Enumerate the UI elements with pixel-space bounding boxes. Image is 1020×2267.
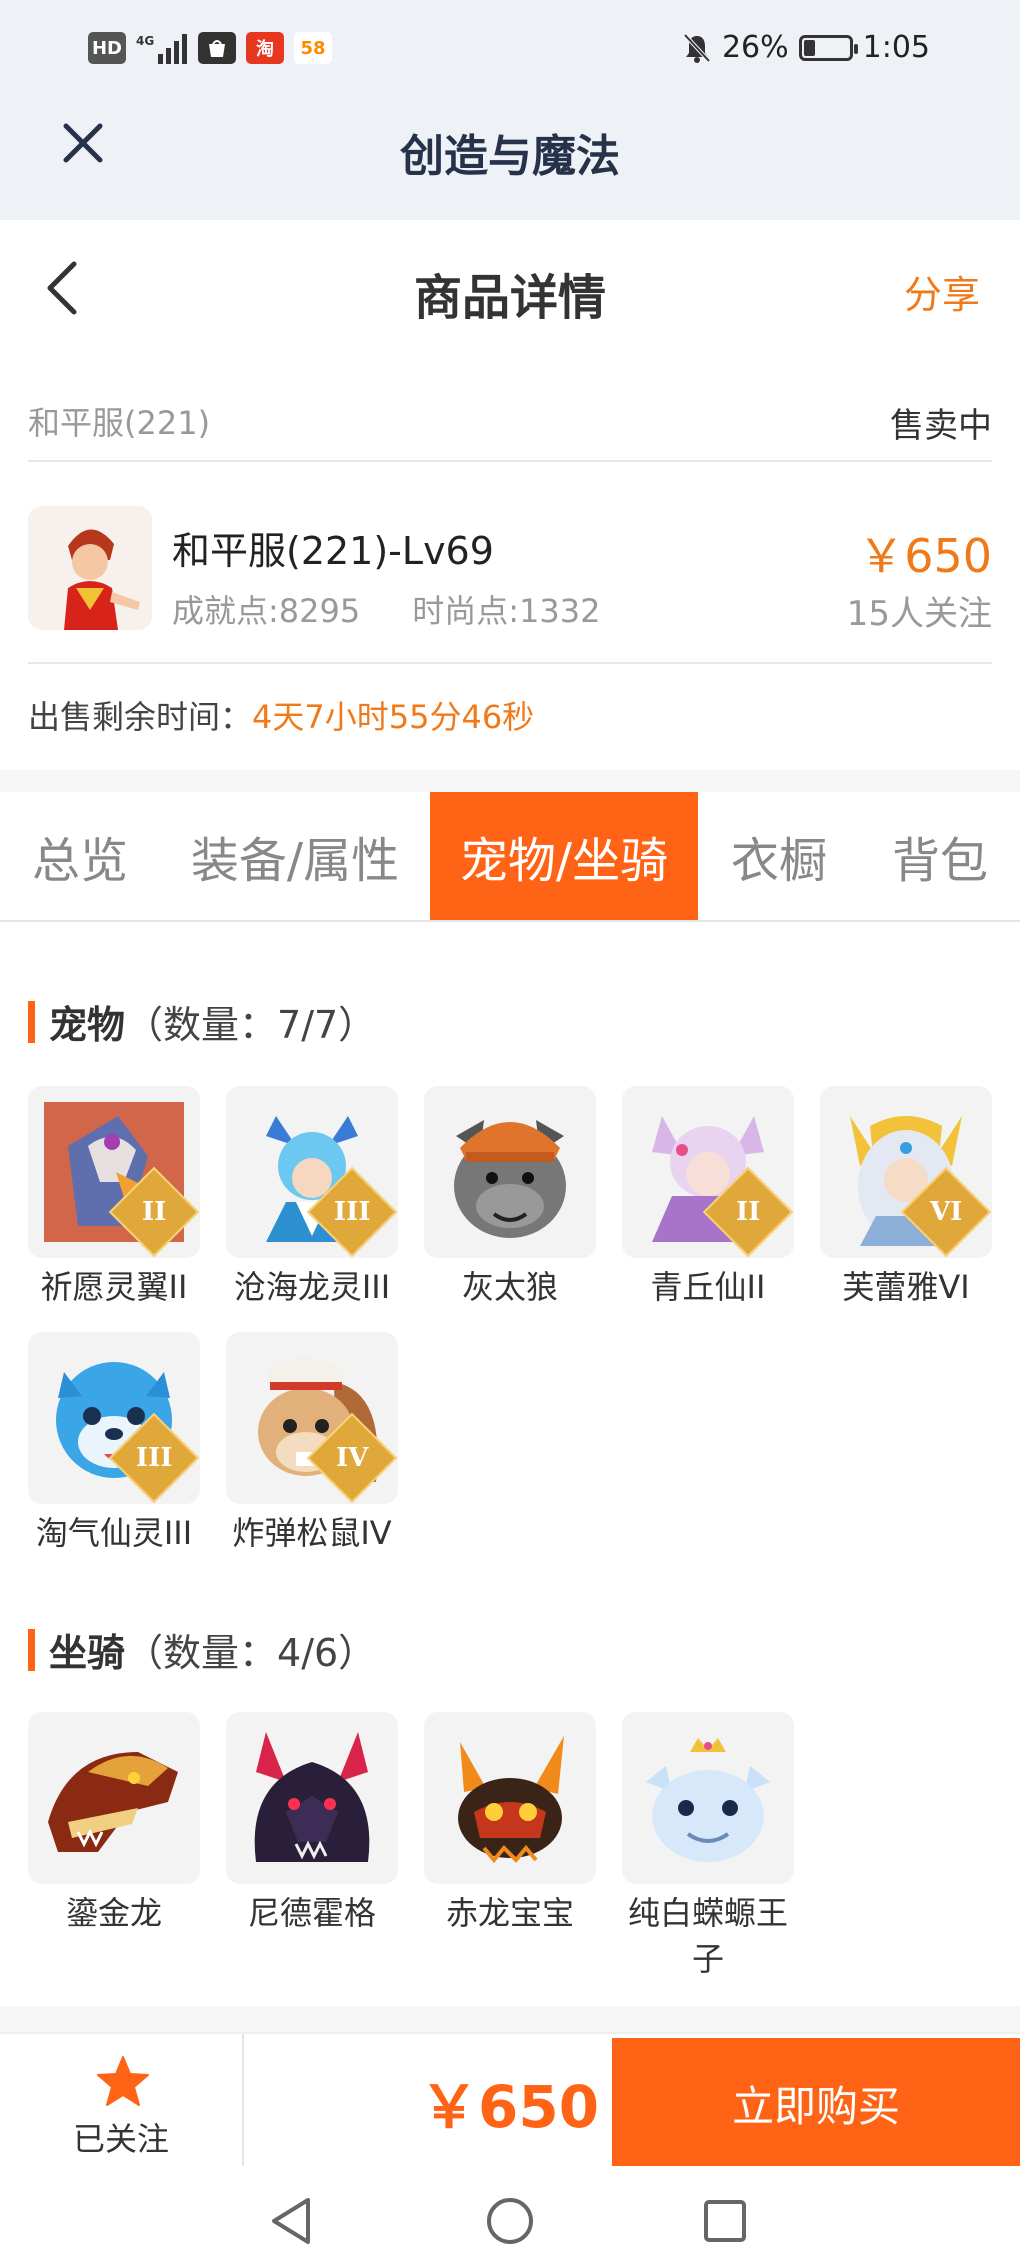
- pet-name: 炸弹松鼠IV: [232, 1514, 392, 1552]
- achievement-points: 成就点:8295: [172, 592, 361, 630]
- pet-item[interactable]: VI 芙蕾雅VI: [818, 1086, 994, 1310]
- recent-apps-icon[interactable]: [702, 2198, 748, 2244]
- tab-backpack[interactable]: 背包: [860, 792, 1020, 920]
- pet-name: 祈愿灵翼II: [40, 1268, 188, 1306]
- pet-item[interactable]: 灰太狼: [422, 1086, 598, 1310]
- pet-item[interactable]: IV 炸弹松鼠IV: [224, 1332, 400, 1556]
- tab-overview[interactable]: 总览: [0, 792, 160, 920]
- back-triangle-icon[interactable]: [268, 2196, 314, 2246]
- app-bar: 创造与魔法: [0, 100, 1020, 220]
- mount-name: 纯白蝾螈王子: [627, 1894, 788, 1978]
- follow-label: 已关注: [72, 2120, 169, 2158]
- status-bar: HD 4G 淘 58 26% 1:05: [0, 0, 1020, 100]
- follower-count: 15人关注: [846, 594, 992, 634]
- mounts-section-title: 坐骑 （数量：4/6）: [28, 1622, 376, 1677]
- pet-name: 沧海龙灵III: [233, 1268, 391, 1306]
- hd-icon: HD: [88, 32, 126, 64]
- pet-item[interactable]: III 沧海龙灵III: [224, 1086, 400, 1310]
- character-stats: 成就点:8295 时尚点:1332: [172, 586, 600, 632]
- character-avatar: [28, 506, 152, 630]
- sale-status: 售卖中: [890, 406, 992, 446]
- pet-thumbnail: II: [622, 1086, 794, 1258]
- taobao-app-icon: 淘: [246, 32, 284, 64]
- mount-item[interactable]: 鎏金龙: [26, 1712, 202, 1936]
- section-accent-bar: [28, 1000, 35, 1043]
- battery-icon: [798, 34, 858, 61]
- mount-item[interactable]: 尼德霍格: [224, 1712, 400, 1936]
- pet-name: 灰太狼: [461, 1268, 558, 1306]
- mount-thumbnail: [28, 1712, 200, 1884]
- fashion-points: 时尚点:1332: [412, 592, 601, 630]
- mount-name: 鎏金龙: [65, 1894, 162, 1932]
- 4g-signal-icon: 4G: [136, 34, 187, 64]
- pet-item[interactable]: III 淘气仙灵III: [26, 1332, 202, 1556]
- mute-bell-icon: [683, 33, 711, 63]
- pet-thumbnail: III: [28, 1332, 200, 1504]
- nav-bar: 商品详情 分享: [0, 220, 1020, 350]
- bag-app-icon: [198, 32, 236, 64]
- pet-name: 芙蕾雅VI: [842, 1268, 970, 1306]
- clock: 1:05: [862, 30, 930, 65]
- pet-name: 淘气仙灵III: [35, 1514, 193, 1552]
- character-name: 和平服(221)-Lv69: [172, 529, 494, 573]
- mount-item[interactable]: 纯白蝾螈王子: [620, 1712, 796, 1982]
- page-title: 商品详情: [413, 270, 606, 326]
- pet-thumbnail: II: [28, 1086, 200, 1258]
- buy-now-button[interactable]: 立即购买: [612, 2038, 1020, 2168]
- system-nav-bar: [0, 2166, 1020, 2267]
- bottom-action-bar: 已关注 ￥650 立即购买: [0, 2032, 1020, 2168]
- section-divider: [0, 2006, 1020, 2032]
- pet-thumbnail: [424, 1086, 596, 1258]
- countdown-label: 出售剩余时间：: [28, 698, 253, 736]
- server-row: 和平服(221) 售卖中: [28, 380, 992, 462]
- product-summary: 和平服(221)-Lv69 成就点:8295 时尚点:1332 ￥650 15人关…: [28, 480, 992, 664]
- countdown-value: 4天7小时55分46秒: [252, 698, 535, 736]
- server-name: 和平服(221): [28, 404, 211, 442]
- pet-thumbnail: VI: [820, 1086, 992, 1258]
- mount-name: 尼德霍格: [247, 1894, 376, 1932]
- section-divider: [0, 770, 1020, 792]
- 58-app-icon: 58: [294, 32, 332, 64]
- status-right: 26% 1:05: [682, 30, 930, 65]
- home-circle-icon[interactable]: [485, 2196, 535, 2246]
- tab-bar: 总览 装备/属性 宠物/坐骑 衣橱 背包: [0, 792, 1020, 922]
- pets-section-title: 宠物 （数量：7/7）: [28, 994, 376, 1049]
- mount-name: 赤龙宝宝: [445, 1894, 574, 1932]
- tab-equipment-attributes[interactable]: 装备/属性: [160, 792, 430, 920]
- mount-thumbnail: [226, 1712, 398, 1884]
- svg-text:4G: 4G: [136, 34, 154, 48]
- follow-button[interactable]: 已关注: [0, 2034, 244, 2168]
- pet-item[interactable]: II 青丘仙II: [620, 1086, 796, 1310]
- price: ￥650: [858, 529, 992, 583]
- pet-thumbnail: III: [226, 1086, 398, 1258]
- sale-countdown: 出售剩余时间：4天7小时55分46秒: [28, 692, 534, 738]
- section-accent-bar: [28, 1628, 35, 1671]
- bottom-price: ￥650: [420, 2073, 600, 2141]
- status-left-icons: HD 4G 淘 58: [88, 32, 332, 64]
- star-icon: [97, 2056, 149, 2106]
- mount-thumbnail: [622, 1712, 794, 1884]
- pet-item[interactable]: II 祈愿灵翼II: [26, 1086, 202, 1310]
- app-title: 创造与魔法: [400, 131, 620, 182]
- mount-item[interactable]: 赤龙宝宝: [422, 1712, 598, 1936]
- tab-pets-mounts[interactable]: 宠物/坐骑: [430, 792, 698, 920]
- pet-name: 青丘仙II: [650, 1268, 766, 1306]
- battery-percent: 26%: [721, 30, 789, 65]
- mount-thumbnail: [424, 1712, 596, 1884]
- tab-wardrobe[interactable]: 衣橱: [698, 792, 860, 920]
- pet-thumbnail: IV: [226, 1332, 398, 1504]
- share-button[interactable]: 分享: [904, 264, 980, 319]
